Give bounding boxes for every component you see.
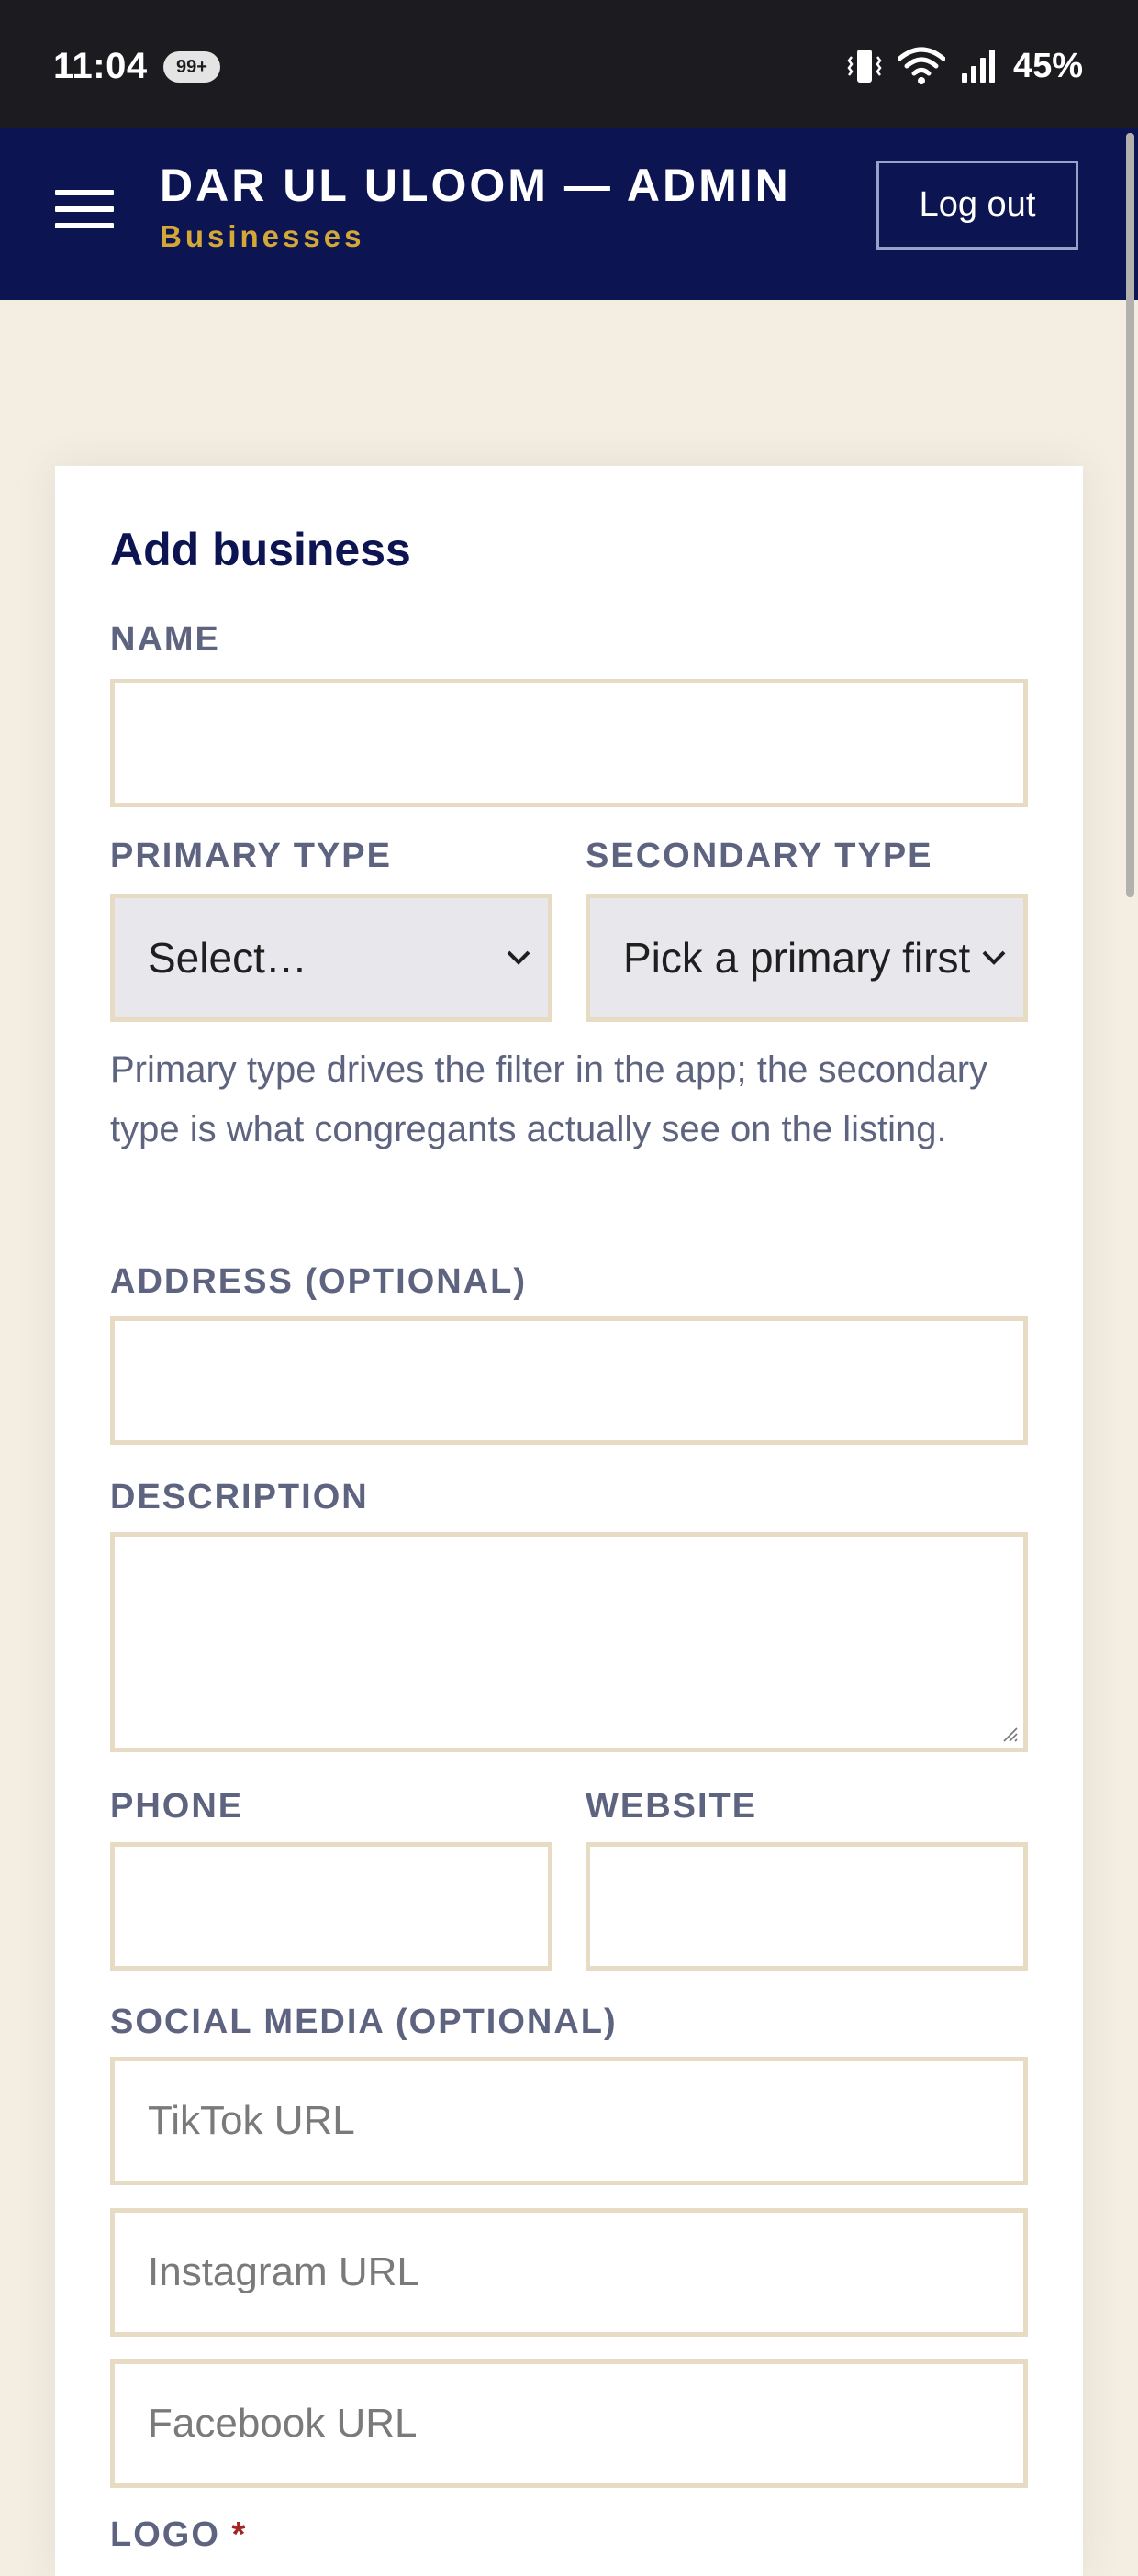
app-title: DAR UL ULOOM — ADMIN (160, 160, 791, 211)
required-asterisk: * (231, 2515, 248, 2554)
chevron-down-icon (974, 944, 1010, 972)
type-help-text: Primary type drives the filter in the ap… (110, 1049, 988, 1149)
phone-input[interactable] (110, 1842, 552, 1971)
resize-handle-icon[interactable] (1001, 1726, 1018, 1742)
page-scrollbar[interactable] (1126, 133, 1134, 897)
wifi-icon (897, 47, 945, 84)
status-icons: 45% (844, 44, 1083, 88)
phone-label: PHONE (110, 1787, 244, 1826)
logout-button[interactable]: Log out (876, 161, 1078, 250)
app-header: DAR UL ULOOM — ADMIN Businesses Log out (0, 128, 1138, 300)
chevron-down-icon (507, 950, 530, 965)
status-bar: 11:04 99+ 45% (0, 0, 1138, 128)
hamburger-menu-icon[interactable] (53, 186, 117, 234)
social-media-label: SOCIAL MEDIA (OPTIONAL) (110, 2003, 618, 2041)
secondary-type-label: SECONDARY TYPE (586, 837, 933, 875)
add-business-card: Add business NAME PRIMARY TYPE Select… S… (55, 466, 1083, 2576)
battery-percent: 45% (1012, 46, 1083, 85)
secondary-type-select[interactable]: Pick a primary first (586, 894, 1028, 1022)
logo-label-text: LOGO (110, 2515, 220, 2554)
notification-count-badge: 99+ (163, 51, 220, 83)
facebook-url-input[interactable] (110, 2359, 1028, 2488)
logo-label: LOGO * (110, 2515, 247, 2555)
signal-icon (961, 50, 995, 83)
primary-type-value: Select… (148, 934, 307, 982)
status-time: 11:04 (53, 46, 148, 86)
website-label: WEBSITE (586, 1787, 758, 1826)
primary-type-label: PRIMARY TYPE (110, 837, 392, 875)
primary-type-select[interactable]: Select… (110, 894, 552, 1022)
page-subtitle: Businesses (160, 219, 365, 253)
form-title: Add business (110, 524, 411, 575)
instagram-url-input[interactable] (110, 2208, 1028, 2337)
vibrate-icon (847, 50, 882, 83)
website-input[interactable] (586, 1842, 1028, 1971)
tiktok-url-input[interactable] (110, 2057, 1028, 2185)
name-input[interactable] (110, 679, 1028, 807)
name-label: NAME (110, 620, 220, 659)
description-textarea[interactable] (110, 1532, 1028, 1752)
address-input[interactable] (110, 1316, 1028, 1445)
secondary-type-value: Pick a primary first (623, 934, 971, 982)
description-label: DESCRIPTION (110, 1478, 369, 1516)
address-label: ADDRESS (OPTIONAL) (110, 1262, 527, 1301)
